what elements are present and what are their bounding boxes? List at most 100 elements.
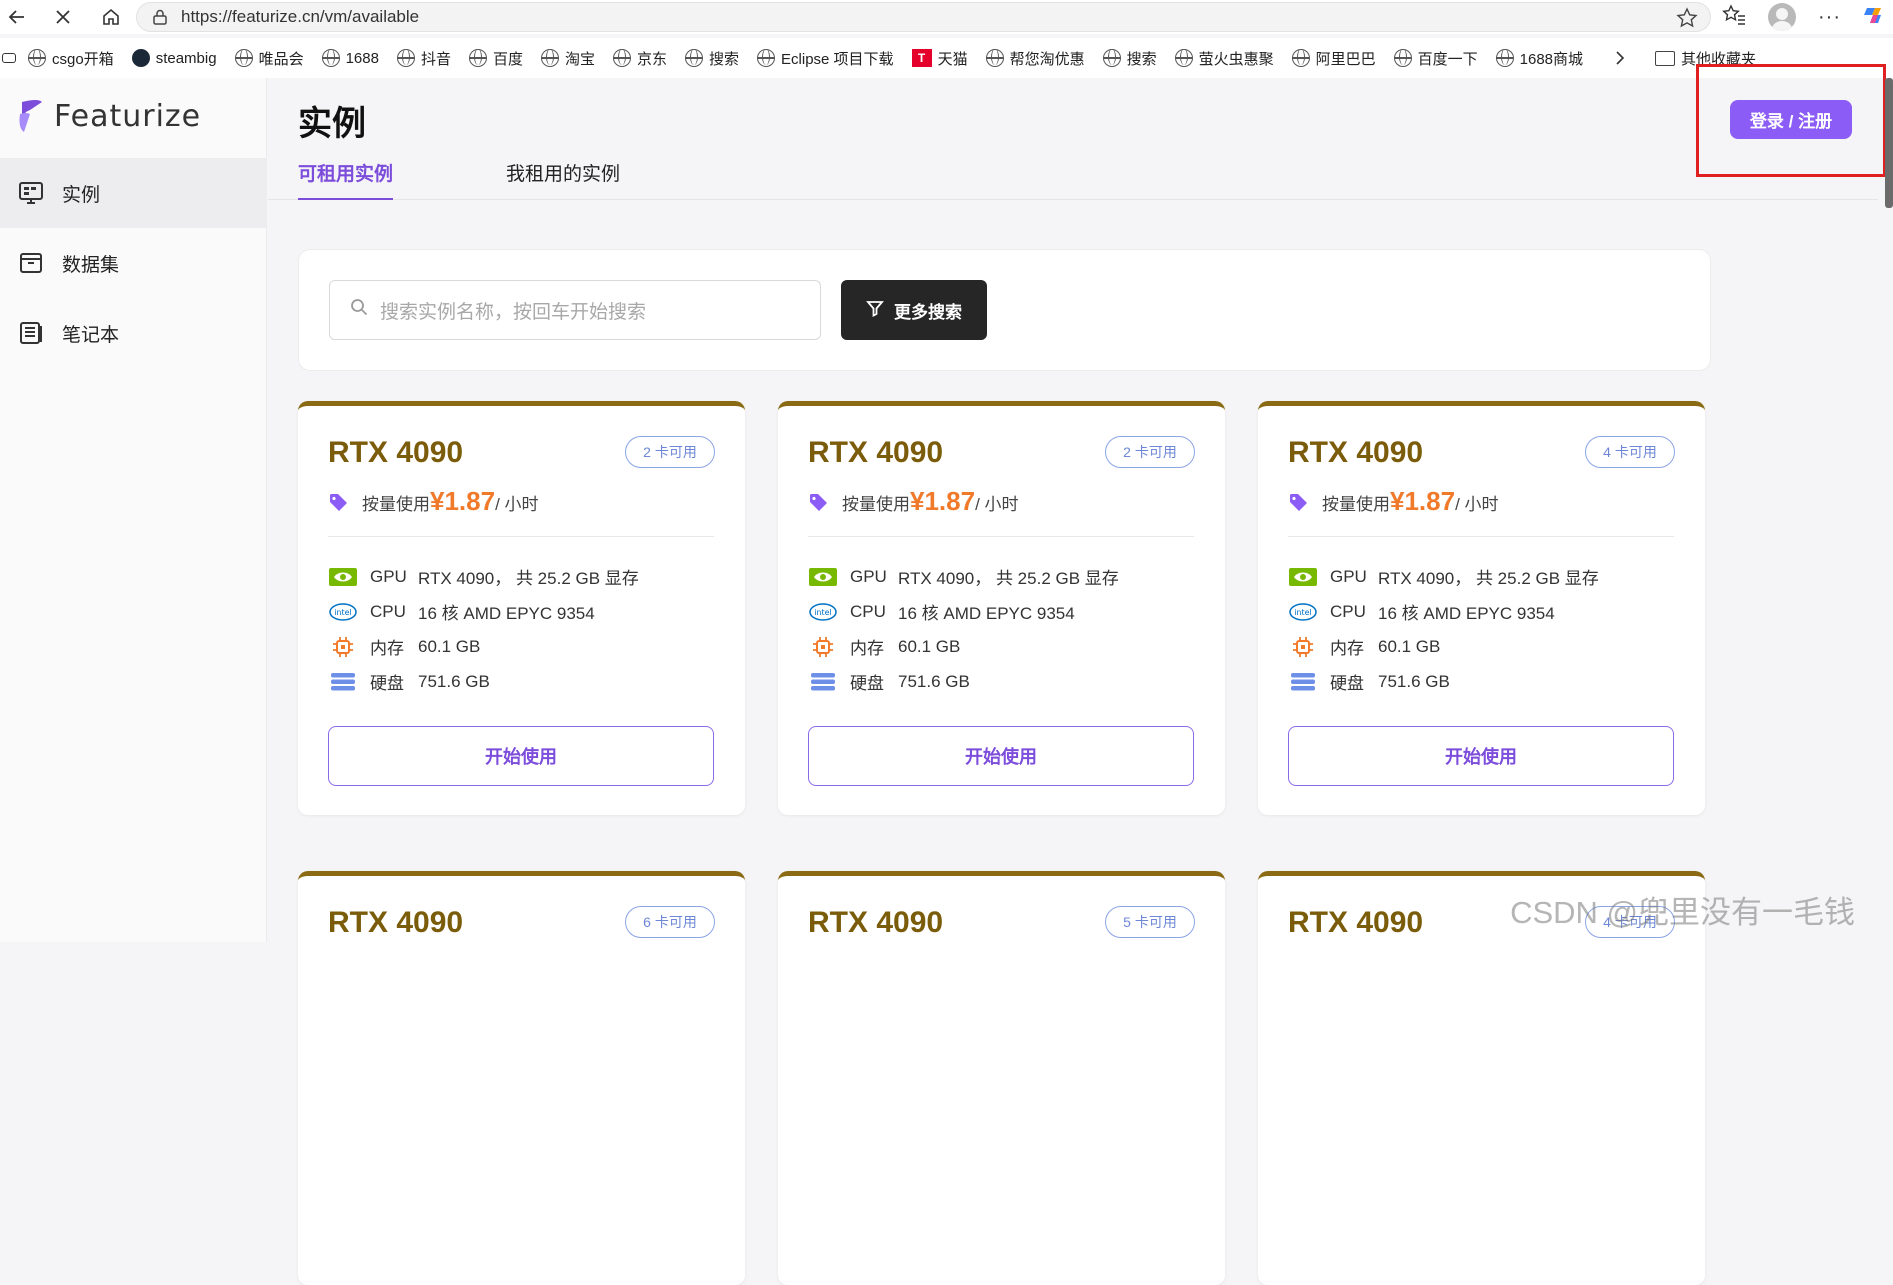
bookmark[interactable]: 1688 [321, 49, 379, 67]
card-title: RTX 4090 [808, 436, 944, 469]
bookmark[interactable]: 帮您淘优惠 [985, 48, 1085, 69]
spec-cpu: intel CPU 16 核 AMD EPYC 9354 [1288, 599, 1555, 624]
price-tag-icon [1288, 492, 1310, 512]
search-placeholder: 搜索实例名称，按回车开始搜索 [380, 301, 647, 323]
bookmark[interactable]: 唯品会 [234, 48, 304, 69]
login-register-button[interactable]: 登录 / 注册 [1730, 100, 1852, 139]
search-input[interactable]: 搜索实例名称，按回车开始搜索 [329, 280, 821, 340]
more-search-label: 更多搜索 [894, 302, 962, 322]
sidebar-item-notebooks[interactable]: 笔记本 [0, 298, 267, 368]
filter-icon [866, 299, 884, 322]
globe-icon [1174, 49, 1193, 67]
tab-my-instances[interactable]: 我租用的实例 [506, 160, 620, 200]
spec-cpu: intel CPU 16 核 AMD EPYC 9354 [328, 599, 595, 624]
app-root: Featurize 实例 数据集 笔记本 实例 登录 / 注册 可租用实例 我租… [0, 64, 1893, 1285]
divider [1288, 536, 1674, 537]
monitor-icon [18, 180, 44, 206]
search-icon [350, 298, 368, 322]
globe-icon [613, 49, 631, 67]
card-title: RTX 4090 [328, 436, 464, 469]
nvidia-icon [808, 566, 838, 588]
bookmark[interactable]: 淘宝 [540, 48, 595, 69]
spec-gpu: GPU RTX 4090， 共 25.2 GB 显存 [808, 564, 1119, 589]
sidebar-item-label: 数据集 [62, 254, 120, 276]
spec-memory: 内存 60.1 GB [1288, 634, 1440, 659]
globe-icon [757, 49, 776, 67]
intel-icon: intel [808, 601, 838, 623]
bookmark[interactable]: 百度一下 [1393, 48, 1478, 69]
copilot-icon[interactable] [1863, 4, 1885, 31]
watermark: CSDN @兜里没有一毛钱 [1510, 895, 1855, 930]
globe-icon [1291, 49, 1310, 67]
bookmark[interactable]: T 天猫 [911, 48, 968, 69]
archive-icon [18, 250, 44, 276]
availability-badge: 6 卡可用 [625, 906, 715, 938]
tmall-icon: T [911, 49, 932, 67]
price-row: 按量使用 ¥1.87 / 小时 [808, 486, 1019, 517]
sidebar-item-datasets[interactable]: 数据集 [0, 228, 267, 298]
start-use-button[interactable]: 开始使用 [808, 726, 1194, 786]
globe-icon [234, 49, 253, 67]
storage-icon [1288, 671, 1318, 693]
bookmark[interactable]: 抖音 [396, 48, 451, 69]
other-bookmarks-folder[interactable]: 其他收藏夹 [1655, 48, 1756, 69]
price-value: ¥1.87 [910, 486, 976, 516]
bookmark[interactable]: 京东 [613, 48, 667, 69]
bookmark[interactable]: 百度 [468, 48, 523, 69]
home-icon[interactable] [94, 0, 128, 34]
bookmark[interactable]: csgo开箱 [28, 48, 114, 69]
scrollbar[interactable] [1885, 78, 1893, 208]
featurize-logo-icon [19, 100, 42, 132]
globe-icon [396, 49, 415, 67]
instance-card: RTX 4090 6 卡可用 [298, 871, 745, 1285]
address-bar[interactable]: https://featurize.cn/vm/available [136, 2, 1711, 32]
more-search-button[interactable]: 更多搜索 [841, 280, 987, 340]
divider [808, 536, 1194, 537]
favorites-icon[interactable] [1722, 3, 1746, 31]
availability-badge: 2 卡可用 [1105, 436, 1195, 468]
bookmark[interactable]: 阿里巴巴 [1291, 48, 1376, 69]
site-info-icon[interactable] [151, 8, 169, 26]
divider [328, 536, 714, 537]
start-use-button[interactable]: 开始使用 [1288, 726, 1674, 786]
availability-badge: 2 卡可用 [625, 436, 715, 468]
url-text: https://featurize.cn/vm/available [181, 7, 420, 26]
spec-memory: 内存 60.1 GB [328, 634, 480, 659]
sidebar-item-instances[interactable]: 实例 [0, 158, 267, 228]
price-value: ¥1.87 [430, 486, 496, 516]
globe-icon [685, 49, 704, 67]
main-content: 实例 登录 / 注册 可租用实例 我租用的实例 搜索实例名称，按回车开始搜索 更… [268, 64, 1893, 1285]
chip-icon [1288, 636, 1318, 658]
price-row: 按量使用 ¥1.87 / 小时 [1288, 486, 1499, 517]
more-menu-icon[interactable]: ··· [1818, 6, 1841, 29]
start-use-button[interactable]: 开始使用 [328, 726, 714, 786]
stop-loading-icon[interactable] [46, 0, 80, 34]
bookmark[interactable]: 1688商城 [1495, 48, 1583, 69]
globe-icon [28, 49, 46, 67]
chip-icon [328, 636, 358, 658]
storage-icon [328, 671, 358, 693]
chevron-right-icon[interactable] [1615, 51, 1625, 65]
bookmark[interactable]: 萤火虫惠聚 [1174, 48, 1274, 69]
profile-avatar[interactable] [1768, 3, 1797, 31]
brand-logo[interactable]: Featurize [16, 98, 201, 134]
svg-text:intel: intel [814, 608, 832, 617]
intel-icon: intel [1288, 601, 1318, 623]
availability-badge: 4 卡可用 [1585, 436, 1675, 468]
bookmark[interactable]: 搜索 [685, 48, 739, 69]
card-title: RTX 4090 [1288, 436, 1424, 469]
card-title: RTX 4090 [328, 906, 464, 939]
favorite-star-icon[interactable] [1676, 7, 1698, 34]
bookmark[interactable]: Eclipse 项目下载 [757, 48, 894, 69]
instance-card: RTX 4090 4 卡可用 按量使用 ¥1.87 / 小时 GPU RTX 4… [1258, 401, 1705, 815]
reading-list-icon[interactable] [2, 53, 16, 63]
tab-available-instances[interactable]: 可租用实例 [298, 160, 394, 200]
search-panel: 搜索实例名称，按回车开始搜索 更多搜索 [298, 249, 1711, 371]
browser-actions: ··· [1722, 0, 1893, 34]
instance-tabs: 可租用实例 我租用的实例 [268, 160, 1878, 200]
bookmark[interactable]: steambig [131, 49, 217, 67]
bookmark[interactable]: 搜索 [1102, 48, 1157, 69]
page-title: 实例 [298, 105, 366, 143]
back-icon[interactable] [0, 0, 34, 34]
price-value: ¥1.87 [1390, 486, 1456, 516]
